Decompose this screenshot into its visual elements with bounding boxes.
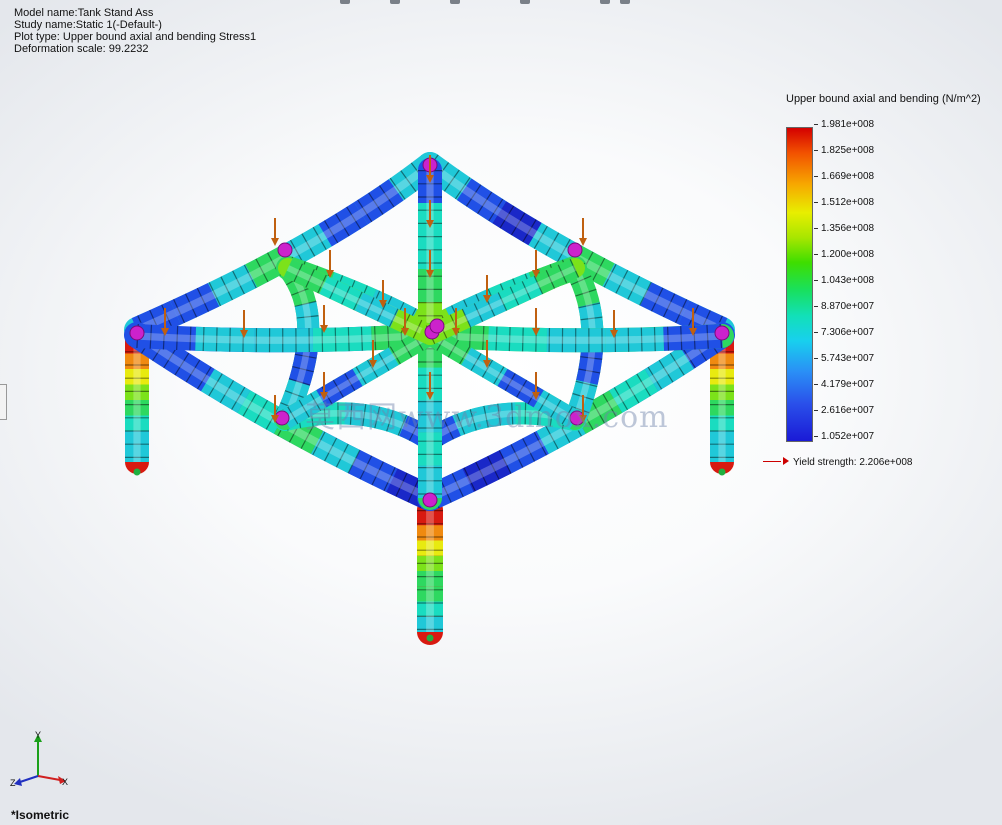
legend-tick: 5.743e+007 xyxy=(814,353,874,364)
joint-marker xyxy=(129,325,145,341)
legend-tick: 1.669e+008 xyxy=(814,171,874,182)
watermark: 莫西网www.3dmox.com xyxy=(305,400,669,435)
side-panel-toggle[interactable] xyxy=(0,384,7,420)
stress-colorbar xyxy=(786,127,813,442)
fixture-marker xyxy=(133,468,141,476)
joint-marker xyxy=(714,325,730,341)
legend-tick: 1.200e+008 xyxy=(814,249,874,260)
joint-marker xyxy=(429,318,445,334)
beam-member xyxy=(125,323,442,353)
orientation-triad-icon: Y X Z xyxy=(10,730,68,788)
yield-arrowhead-icon xyxy=(783,457,789,466)
fixture-marker xyxy=(426,634,434,642)
view-orientation-label: *Isometric xyxy=(11,808,70,822)
legend-tick: 1.356e+008 xyxy=(814,223,874,234)
legend-title: Upper bound axial and bending (N/m^2) xyxy=(786,93,981,105)
legend-tick: 1.043e+008 xyxy=(814,275,874,286)
load-arrow-icon xyxy=(271,218,279,246)
triad-x-label: X xyxy=(62,777,68,787)
yield-arrow-icon xyxy=(763,460,781,462)
beam-member xyxy=(420,258,585,345)
legend-tick: 7.306e+007 xyxy=(814,327,874,338)
legend-tick: 1.981e+008 xyxy=(814,119,874,130)
triad-y-label: Y xyxy=(35,730,41,740)
joint-marker xyxy=(422,492,438,508)
load-arrow-icon xyxy=(579,218,587,246)
beam-member xyxy=(418,323,734,353)
joint-marker xyxy=(277,242,293,258)
yield-strength-marker: Yield strength: 2.206e+008 xyxy=(763,457,912,468)
fixture-marker xyxy=(718,468,726,476)
legend-tick: 1.512e+008 xyxy=(814,197,874,208)
legend-tick: 1.825e+008 xyxy=(814,145,874,156)
legend-tick: 2.616e+007 xyxy=(814,405,874,416)
legend-tick: 1.052e+007 xyxy=(814,431,874,442)
joint-marker xyxy=(567,242,583,258)
yield-strength-label: Yield strength: 2.206e+008 xyxy=(793,457,913,468)
legend-tick: 8.870e+007 xyxy=(814,301,874,312)
legend-ticks: 1.981e+008 1.825e+008 1.669e+008 1.512e+… xyxy=(814,119,894,449)
triad-z-label: Z xyxy=(10,778,16,788)
legend-tick: 4.179e+007 xyxy=(814,379,874,390)
